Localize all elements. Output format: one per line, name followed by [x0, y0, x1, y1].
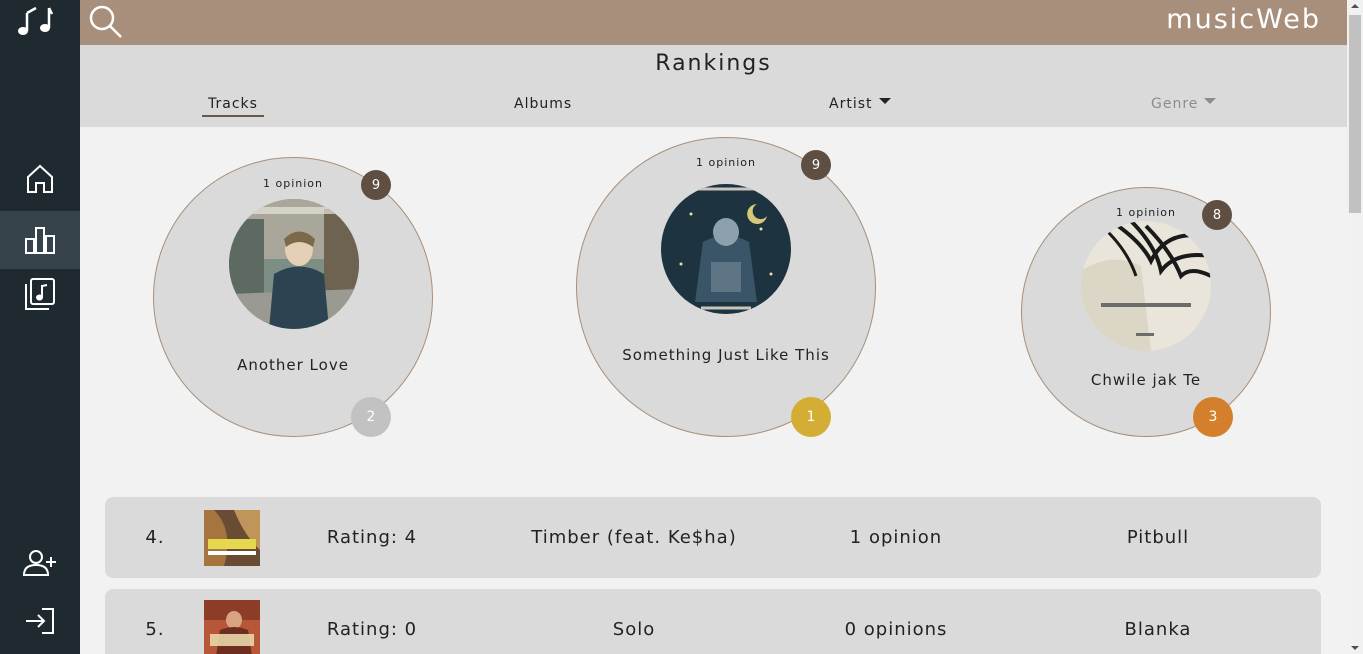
- row-opinions: 1 opinion: [849, 527, 943, 548]
- podium-card-3[interactable]: 1 opinion Chwile jak Te 8 3: [1021, 187, 1271, 437]
- album-cover: [204, 510, 260, 566]
- row-title: Timber (feat. Ke$ha): [531, 527, 737, 548]
- tab-genre-dropdown[interactable]: Genre: [1151, 96, 1217, 112]
- tab-tracks[interactable]: Tracks: [202, 96, 264, 117]
- home-button[interactable]: [0, 150, 80, 208]
- row-opinions: 0 opinions: [844, 619, 948, 640]
- album-cover: [204, 600, 260, 654]
- album-cover: [229, 199, 359, 329]
- home-icon: [27, 164, 53, 193]
- chevron-down-icon: [878, 98, 891, 104]
- row-title: Solo: [612, 619, 656, 640]
- search-icon[interactable]: [88, 4, 124, 40]
- register-button[interactable]: [0, 534, 80, 592]
- rankings-header: Rankings Tracks Albums Artist Genre: [80, 45, 1347, 127]
- score-badge: 8: [1202, 200, 1232, 230]
- rankings-button[interactable]: [0, 211, 80, 269]
- album-cover: [1081, 221, 1211, 351]
- sidebar: [0, 0, 80, 654]
- login-icon: [26, 608, 54, 634]
- add-user-icon: [22, 550, 56, 576]
- score-badge: 9: [801, 150, 831, 180]
- podium-card-2[interactable]: 1 opinion Another Love 9 2: [153, 157, 433, 437]
- scroll-down-icon[interactable]: [1351, 646, 1359, 650]
- rank-badge: 3: [1193, 397, 1233, 437]
- row-artist: Blanka: [1124, 619, 1192, 640]
- row-rating: Rating: 4: [326, 527, 418, 548]
- ranking-row[interactable]: 5. Rating: 0 Solo 0 opinions Blanka: [105, 589, 1321, 654]
- podium-card-1[interactable]: 1 opinion Something Just Like This 9 1: [576, 137, 876, 437]
- scrollbar-thumb[interactable]: [1349, 15, 1361, 213]
- track-name: Chwile jak Te: [1090, 371, 1202, 389]
- tab-albums[interactable]: Albums: [514, 96, 572, 112]
- page-title: Rankings: [655, 51, 772, 76]
- app-brand[interactable]: musicWeb: [1166, 4, 1321, 35]
- row-position: 5.: [145, 619, 165, 640]
- bar-chart-icon: [25, 227, 55, 254]
- rank-badge: 1: [791, 397, 831, 437]
- row-rating: Rating: 0: [326, 619, 418, 640]
- rank-badge: 2: [351, 397, 391, 437]
- score-badge: 9: [361, 170, 391, 200]
- page-scrollbar[interactable]: [1347, 0, 1363, 654]
- music-notes-icon[interactable]: [14, 2, 58, 42]
- music-library-icon: [25, 278, 55, 310]
- row-position: 4.: [145, 527, 165, 548]
- login-button[interactable]: [0, 592, 80, 650]
- ranking-row[interactable]: 4. Rating: 4 Timber (feat. Ke$ha) 1 opin…: [105, 497, 1321, 578]
- album-cover: [661, 184, 791, 314]
- library-button[interactable]: [0, 265, 80, 323]
- scroll-up-icon[interactable]: [1351, 4, 1359, 8]
- top-bar: musicWeb: [80, 0, 1347, 45]
- chevron-down-icon: [1204, 98, 1217, 104]
- track-name: Another Love: [237, 356, 349, 374]
- row-artist: Pitbull: [1126, 527, 1190, 548]
- tab-artist-dropdown[interactable]: Artist: [829, 96, 891, 112]
- track-name: Something Just Like This: [622, 346, 830, 364]
- opinion-count: 1 opinion: [1116, 206, 1176, 219]
